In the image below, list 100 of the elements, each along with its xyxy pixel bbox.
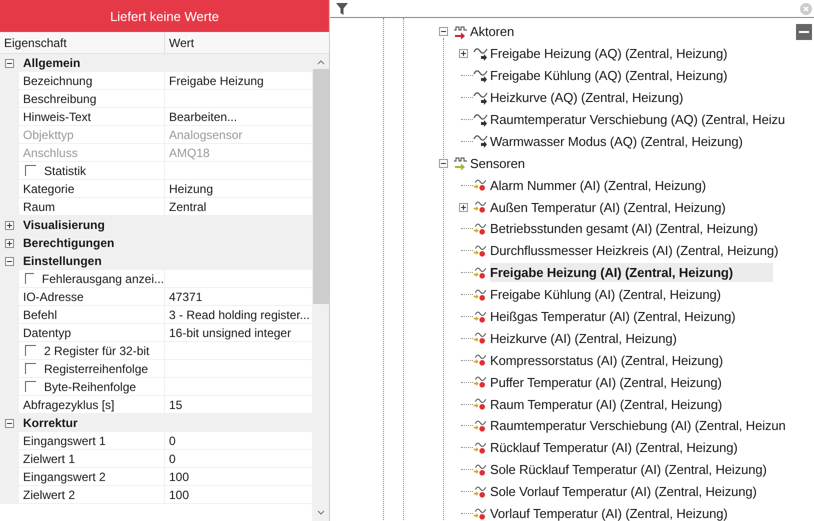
property-value[interactable]: Heizung (169, 182, 214, 196)
expand-icon[interactable] (5, 220, 14, 230)
property-row[interactable]: Raum Zentral (0, 198, 312, 216)
scroll-up-icon[interactable] (316, 60, 324, 65)
tree-item[interactable]: Freigabe Kühlung (AI) (Zentral, Heizung) (490, 285, 721, 304)
tree-item[interactable]: Alarm Nummer (AI) (Zentral, Heizung) (490, 176, 706, 195)
checkbox[interactable] (25, 345, 36, 356)
expand-icon[interactable] (458, 202, 468, 212)
column-header[interactable]: Eigenschaft (0, 32, 165, 53)
category-header[interactable]: Allgemein (0, 54, 312, 72)
tree-item[interactable]: Puffer Temperatur (AI) (Zentral, Heizung) (490, 372, 722, 392)
category-label[interactable]: Berechtigungen (23, 236, 114, 250)
tree-item[interactable]: Heißgas Temperatur (AI) (Zentral, Heizung) (490, 307, 736, 326)
property-name: Zielwert 1 (23, 452, 76, 466)
tree-item[interactable]: Kompressorstatus (AI) (Zentral, Heizung) (490, 350, 723, 370)
category-header[interactable]: Einstellungen (0, 252, 312, 270)
property-row[interactable]: Bezeichnung Freigabe Heizung (0, 72, 312, 90)
property-row[interactable]: Eingangswert 1 0 (0, 432, 312, 450)
tree-item[interactable]: Sensoren (470, 154, 525, 173)
tree-item[interactable]: Freigabe Heizung (AQ) (Zentral, Heizung) (490, 44, 728, 64)
property-row[interactable]: Registerreihenfolge (0, 360, 312, 378)
property-value[interactable]: 16-bit unsigned integer (169, 326, 292, 340)
tree-item[interactable]: Raum Temperatur (AI) (Zentral, Heizung) (490, 394, 722, 414)
property-row[interactable]: Eingangswert 2 100 (0, 468, 312, 486)
property-value[interactable]: 0 (169, 434, 176, 448)
sensor-icon (473, 352, 489, 368)
column-header[interactable]: Wert (165, 32, 329, 53)
checkbox[interactable] (25, 381, 36, 392)
tree-item[interactable]: Heizkurve (AI) (Zentral, Heizung) (490, 328, 677, 348)
property-value[interactable]: 15 (169, 398, 182, 412)
property-row[interactable]: Fehlerausgang anzei... (0, 270, 312, 288)
property-row[interactable]: Datentyp 16-bit unsigned integer (0, 324, 312, 342)
scrollbar[interactable] (312, 54, 329, 521)
category-label[interactable]: Einstellungen (23, 254, 102, 268)
property-row[interactable]: 2 Register für 32-bit (0, 342, 312, 360)
tree-item[interactable]: Betriebsstunden gesamt (AI) (Zentral, Heizung) (490, 219, 758, 238)
property-row[interactable]: Byte-Reihenfolge (0, 378, 312, 396)
tree-item[interactable]: Sole Rücklauf Temperatur (AI) (Zentral, Heizung) (490, 460, 767, 480)
sensor-icon (473, 396, 489, 412)
category-label[interactable]: Korrektur (23, 416, 78, 430)
category-header[interactable]: Berechtigungen (0, 234, 312, 252)
property-name: Datentyp (23, 326, 72, 340)
property-row[interactable]: Befehl 3 - Read holding register... (0, 306, 312, 324)
property-value[interactable]: 3 - Read holding register... (169, 308, 310, 322)
filter-icon[interactable] (336, 2, 348, 14)
tree-item[interactable]: Freigabe Heizung (AI) (Zentral, Heizung) (490, 263, 774, 282)
property-name: Abfragezyklus [s] (23, 398, 114, 412)
scrollbar-thumb[interactable] (312, 69, 328, 304)
property-row[interactable]: Zielwert 2 100 (0, 486, 312, 504)
expand-icon[interactable] (5, 238, 14, 248)
wave-arrow-icon (473, 46, 489, 62)
tree-item[interactable]: Aktoren (470, 22, 514, 42)
collapse-icon[interactable] (438, 27, 448, 36)
property-row[interactable]: IO-Adresse 47371 (0, 288, 312, 306)
property-row[interactable]: Zielwert 1 0 (0, 450, 312, 468)
property-value[interactable]: 100 (169, 488, 190, 502)
property-name: Zielwert 2 (23, 488, 76, 502)
tree-item[interactable]: Rücklauf Temperatur (AI) (Zentral, Heizung) (490, 438, 738, 458)
checkbox[interactable] (25, 363, 36, 374)
property-value[interactable]: Zentral (169, 200, 206, 214)
property-value[interactable]: Bearbeiten... (169, 110, 238, 124)
checkbox[interactable] (25, 273, 34, 284)
filter-field[interactable] (330, 0, 814, 18)
property-row[interactable]: Hinweis-Text Bearbeiten... (0, 108, 312, 126)
category-header[interactable]: Visualisierung (0, 216, 312, 234)
checkbox[interactable] (25, 165, 36, 176)
property-row[interactable]: Statistik (0, 162, 312, 180)
sensor-icon (473, 484, 489, 500)
expand-icon[interactable] (458, 49, 468, 58)
sensor-icon (473, 286, 489, 303)
property-value[interactable]: Freigabe Heizung (169, 74, 264, 88)
category-label[interactable]: Visualisierung (23, 218, 105, 232)
property-name: Registerreihenfolge (44, 362, 148, 376)
tree-item[interactable]: Warmwasser Modus (AQ) (Zentral, Heizung) (490, 132, 743, 151)
tree-item[interactable]: Raumtemperatur Verschiebung (AI) (Zentral, Heizun (490, 416, 786, 436)
property-row[interactable]: Beschreibung (0, 90, 312, 108)
tree-item[interactable]: Außen Temperatur (AI) (Zentral, Heizung) (490, 198, 726, 217)
property-name: Befehl (23, 308, 58, 322)
tree-item[interactable]: Durchflussmesser Heizkreis (AI) (Zentral, Heizung) (490, 241, 778, 260)
collapse-icon[interactable] (5, 256, 14, 266)
sensor-icon (473, 330, 489, 346)
collapse-all-button[interactable] (796, 24, 812, 40)
property-value[interactable]: 0 (169, 452, 176, 466)
tree-item[interactable]: Freigabe Kühlung (AQ) (Zentral, Heizung) (490, 66, 728, 86)
property-name: Objekttyp (23, 128, 74, 142)
property-row[interactable]: Kategorie Heizung (0, 180, 312, 198)
collapse-icon[interactable] (5, 58, 14, 68)
collapse-icon[interactable] (438, 158, 448, 168)
category-label[interactable]: Allgemein (23, 56, 80, 70)
tree-item[interactable]: Heizkurve (AQ) (Zentral, Heizung) (490, 88, 684, 108)
property-name: Eingangswert 2 (23, 470, 106, 484)
property-row[interactable]: Abfragezyklus [s] 15 (0, 396, 312, 414)
tree-item[interactable]: Vorlauf Temperatur (AI) (Zentral, Heizung) (490, 504, 728, 521)
tree-item[interactable]: Raumtemperatur Verschiebung (AQ) (Zentral, Heizu (490, 110, 786, 129)
tree-item[interactable]: Sole Vorlauf Temperatur (AI) (Zentral, Heizung) (490, 482, 757, 502)
category-header[interactable]: Korrektur (0, 414, 312, 432)
property-value[interactable]: 47371 (169, 290, 202, 304)
scroll-down-icon[interactable] (316, 510, 324, 515)
property-value[interactable]: 100 (169, 470, 190, 484)
collapse-icon[interactable] (5, 418, 14, 428)
